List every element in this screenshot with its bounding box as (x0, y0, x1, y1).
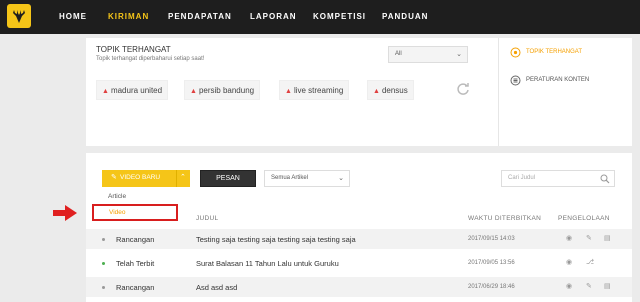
topics-subtitle: Topik terhangat diperbaharui setiap saat… (96, 56, 205, 62)
flame-icon: ▲ (190, 88, 197, 95)
nav-pendapatan[interactable]: PENDAPATAN (168, 12, 232, 21)
status-dot (102, 286, 105, 289)
eye-icon[interactable]: ◉ (566, 282, 572, 290)
trash-icon[interactable]: ▤ (604, 234, 611, 242)
search-placeholder: Cari Judul (508, 175, 536, 181)
pencil-icon[interactable]: ✎ (586, 282, 592, 290)
topics-title: TOPIK TERHANGAT (96, 45, 171, 54)
flame-icon: ▲ (373, 88, 380, 95)
row-date: 2017/06/29 18:46 (468, 284, 515, 290)
top-navbar: HOME KIRIMAN PENDAPATAN LAPORAN KOMPETIS… (0, 0, 640, 34)
row-title[interactable]: Testing saja testing saja testing saja t… (196, 235, 356, 244)
posts-panel: ✎ VIDEO BARU ⌃ PESAN Semua Artikel ⌄ Car… (86, 153, 632, 302)
panel-divider (498, 38, 499, 146)
column-header-actions: PENGELOLAAN (558, 215, 610, 222)
button-divider (176, 170, 177, 187)
sidebar-item-hot-topics[interactable]: TOPIK TERHANGAT (526, 49, 582, 55)
pencil-icon[interactable]: ✎ (586, 234, 592, 242)
topic-tag-label: madura united (110, 86, 163, 95)
flame-icon: ▲ (285, 88, 292, 95)
status-dot (102, 262, 105, 265)
message-button[interactable]: PESAN (200, 170, 256, 187)
row-status: Rancangan (116, 283, 155, 292)
topic-tag[interactable]: ▲ persib bandung (184, 80, 261, 100)
table-row[interactable]: Rancangan Testing saja testing saja test… (86, 229, 632, 249)
chevron-up-icon[interactable]: ⌃ (180, 173, 186, 181)
status-dot (102, 238, 105, 241)
target-icon (510, 47, 521, 58)
row-date: 2017/09/15 14:03 (468, 236, 515, 242)
nav-kiriman[interactable]: KIRIMAN (108, 12, 149, 21)
arrow-right-icon (53, 205, 77, 221)
topics-filter-value: All (395, 51, 402, 57)
new-video-label: VIDEO BARU (120, 174, 161, 181)
chevron-down-icon: ⌄ (338, 175, 344, 182)
nav-home[interactable]: HOME (59, 12, 87, 21)
column-header-date: WAKTU DITERBITKAN (468, 215, 542, 222)
nav-panduan[interactable]: PANDUAN (382, 12, 428, 21)
dropdown-item-video-label: Video (109, 209, 126, 216)
table-row[interactable]: Rancangan Asd asd asd 2017/06/29 18:46 ◉… (86, 277, 632, 297)
topic-tag-label: densus (381, 86, 408, 95)
row-title[interactable]: Asd asd asd (196, 283, 237, 292)
search-input[interactable]: Cari Judul (501, 170, 615, 187)
topic-tag[interactable]: ▲ live streaming (279, 80, 350, 100)
share-icon[interactable]: ⎇ (586, 258, 594, 266)
row-status: Rancangan (116, 235, 155, 244)
refresh-icon[interactable] (456, 82, 470, 96)
dropdown-item-article[interactable]: Article (108, 193, 126, 200)
topic-tag-label: live streaming (293, 86, 344, 95)
search-icon[interactable] (600, 174, 610, 184)
flame-icon: ▲ (102, 88, 109, 95)
table-row[interactable]: Telah Terbit Surat Balasan 11 Tahun Lalu… (86, 253, 632, 273)
topic-tag[interactable]: ▲ densus (367, 80, 414, 100)
nav-kompetisi[interactable]: KOMPETISI (313, 12, 366, 21)
deer-icon[interactable] (7, 4, 31, 28)
topics-filter-select[interactable]: All ⌄ (388, 46, 468, 63)
row-status: Telah Terbit (116, 259, 155, 268)
dropdown-item-video[interactable]: Video (92, 204, 178, 221)
eye-icon[interactable]: ◉ (566, 234, 572, 242)
new-video-button[interactable]: ✎ VIDEO BARU ⌃ (102, 170, 190, 187)
nav-laporan[interactable]: LAPORAN (250, 12, 297, 21)
sidebar-item-content-rules[interactable]: PERATURAN KONTEN (526, 77, 589, 83)
topic-tag[interactable]: ▲ madura united (96, 80, 169, 100)
pencil-icon: ✎ (111, 174, 117, 181)
trash-icon[interactable]: ▤ (604, 282, 611, 290)
chevron-down-icon: ⌄ (456, 51, 462, 58)
eye-icon[interactable]: ◉ (566, 258, 572, 266)
article-filter-value: Semua Artikel (271, 175, 309, 181)
list-icon (510, 75, 521, 86)
topic-tag-label: persib bandung (198, 86, 255, 95)
row-title[interactable]: Surat Balasan 11 Tahun Lalu untuk Guruku (196, 259, 339, 268)
row-date: 2017/09/05 13:56 (468, 260, 515, 266)
article-filter-select[interactable]: Semua Artikel ⌄ (264, 170, 350, 187)
hot-topics-panel: TOPIK TERHANGAT Topik terhangat diperbah… (86, 38, 632, 146)
column-header-title: JUDUL (196, 215, 219, 222)
